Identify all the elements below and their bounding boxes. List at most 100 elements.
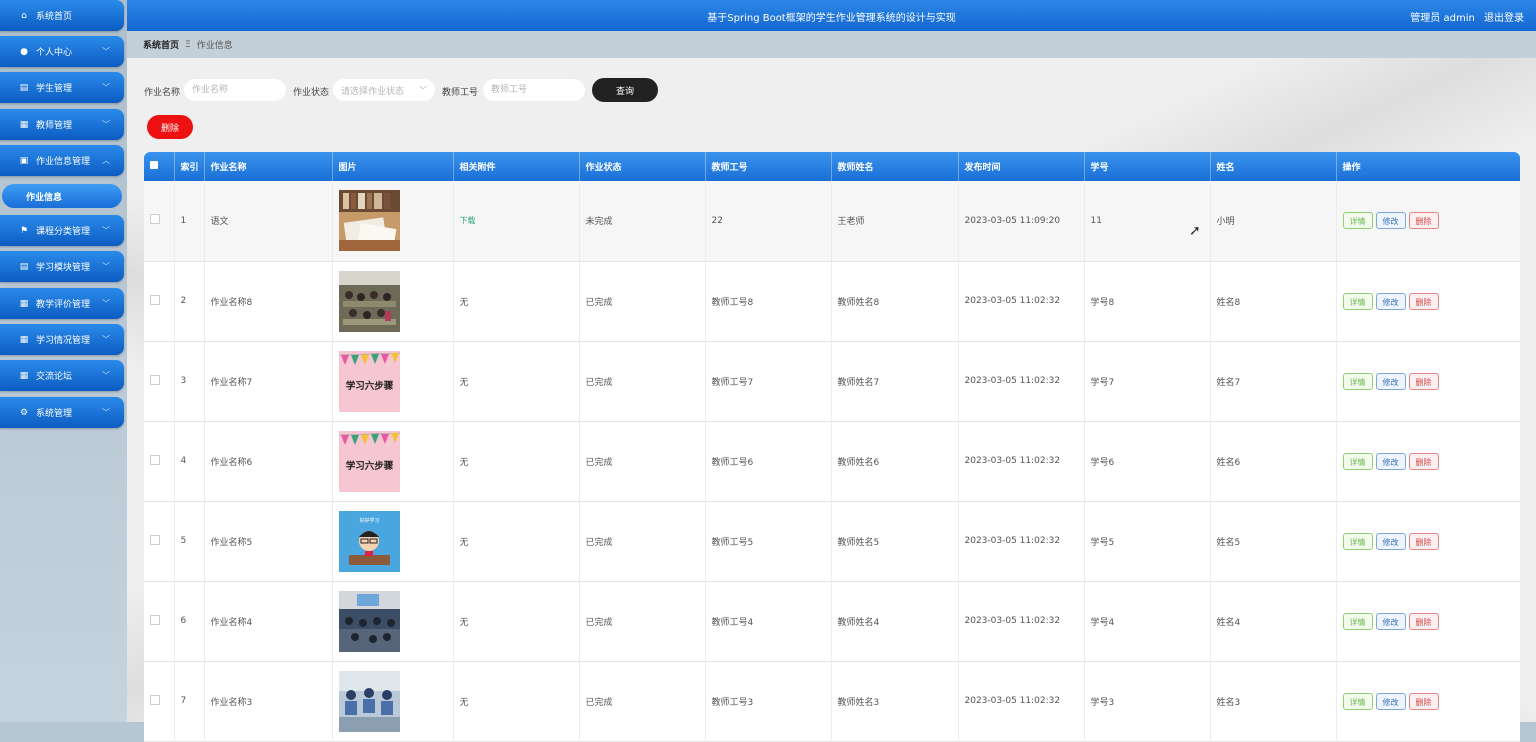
user-area: 管理员 admin 退出登录 [1404,9,1524,24]
breadcrumb-home[interactable]: 系统首页 [143,38,179,51]
sidebar: ⌂ 系统首页 ● 个人中心 ﹀ ▤ 学生管理 ﹀ ▦ 教师管理 ﹀ ▣ 作业信息… [0,0,127,722]
cell-status: 已完成 [579,421,706,501]
table-row: 5 作业名称5 好好学习无 已完成 教师工号5 教师姓名5 2023-03-05 11:02… [144,501,1520,581]
sidebar-item-teachers[interactable]: ▦ 教师管理 ﹀ [0,109,124,140]
cell-student-name: 姓名8 [1210,261,1337,341]
sidebar-item-homework[interactable]: ▣ 作业信息管理 ︿ [0,145,124,176]
row-checkbox[interactable] [144,341,175,421]
cell-name: 作业名称3 [204,661,333,741]
chevron-down-icon: ﹀ [102,262,110,271]
delete-button[interactable]: 删除 [1408,532,1439,550]
select-all-checkbox[interactable] [144,152,175,181]
cell-index: 2 [174,261,205,341]
edit-button[interactable]: 修改 [1375,212,1406,230]
table-row: 6 作业名称4 无 已完成 教师工号4 教师姓名4 2023-03-05 11:02:32 学… [144,581,1520,661]
grid-icon: ▦ [19,298,29,309]
admin-label: 管理员 admin [1410,13,1475,24]
table-row: 3 作业名称7 学习六步骤 无 已完成 教师工号7 教师姓名7 2023-03-05 11:0… [144,341,1520,421]
col-name: 作业名称 [204,152,333,181]
breadcrumb-separator: Ξ [185,39,191,50]
grid-icon: ▦ [19,334,29,345]
sidebar-item-home[interactable]: ⌂ 系统首页 [0,0,124,31]
homework-table: 索引 作业名称 图片 相关附件 作业状态 教师工号 教师姓名 发布时间 学号 姓… [144,152,1520,742]
edit-button[interactable]: 修改 [1375,692,1406,710]
cell-actions: 详情 修改 删除 [1336,181,1520,261]
sidebar-item-course-category[interactable]: ⚑ 课程分类管理 ﹀ [0,215,124,246]
cell-teacher-name: 教师姓名3 [831,661,959,741]
sidebar-item-study-status[interactable]: ▦ 学习情况管理 ﹀ [0,324,124,355]
sidebar-item-label: 教学评价管理 [36,300,91,310]
col-teacher-no: 教师工号 [705,152,832,181]
cell-actions: 详情 修改 删除 [1336,421,1520,501]
detail-button[interactable]: 详情 [1342,612,1373,630]
cell-index: 6 [174,581,205,661]
detail-button[interactable]: 详情 [1342,692,1373,710]
edit-button[interactable]: 修改 [1375,372,1406,390]
grid-icon: ▦ [19,119,29,130]
teacher-no-input[interactable] [483,79,585,101]
attachment-link: 无 [459,457,469,468]
row-checkbox[interactable] [144,181,175,261]
sidebar-subitem-homework-info[interactable]: 作业信息 [2,184,122,208]
sidebar-item-label: 系统首页 [36,12,73,22]
cell-teacher-no: 22 [705,181,832,261]
col-time: 发布时间 [958,152,1085,181]
sidebar-item-evaluation[interactable]: ▦ 教学评价管理 ﹀ [0,288,124,319]
homework-name-input[interactable] [184,79,286,101]
logout-link[interactable]: 退出登录 [1484,13,1524,24]
cell-student-name: 姓名7 [1210,341,1337,421]
cell-teacher-name: 教师姓名6 [831,421,959,501]
row-checkbox[interactable] [144,421,175,501]
sidebar-item-profile[interactable]: ● 个人中心 ﹀ [0,36,124,67]
sidebar-item-forum[interactable]: ▦ 交流论坛 ﹀ [0,360,124,391]
row-checkbox[interactable] [144,581,175,661]
cell-student-no: 学号6 [1084,421,1211,501]
query-button[interactable]: 查询 [592,78,658,102]
attachment-link[interactable]: 下载 [460,216,476,225]
cell-time: 2023-03-05 11:02:32 [958,661,1085,741]
cell-status: 已完成 [579,661,706,741]
delete-button[interactable]: 删除 [1408,612,1439,630]
chevron-down-icon: ﹀ [102,371,110,380]
detail-button[interactable]: 详情 [1342,292,1373,310]
edit-button[interactable]: 修改 [1375,452,1406,470]
delete-button[interactable]: 删除 [1408,372,1439,390]
homework-status-label: 作业状态 [293,88,330,98]
svg-text:好好学习: 好好学习 [359,517,379,524]
detail-button[interactable]: 详情 [1342,212,1373,230]
cell-image [332,261,454,341]
edit-button[interactable]: 修改 [1375,612,1406,630]
attachment-link: 无 [459,537,469,548]
teacher-no-label: 教师工号 [442,88,479,98]
attachment-link: 无 [459,617,469,628]
homework-status-select[interactable]: 请选择作业状态 ﹀ [333,79,435,101]
sidebar-item-students[interactable]: ▤ 学生管理 ﹀ [0,72,124,103]
cell-student-no: 学号4 [1084,581,1211,661]
detail-button[interactable]: 详情 [1342,372,1373,390]
cell-teacher-no: 教师工号7 [705,341,832,421]
delete-button[interactable]: 删除 [1408,292,1439,310]
delete-button[interactable]: 删除 [1408,212,1439,230]
row-checkbox[interactable] [144,661,175,741]
cell-image: 学习六步骤 [332,421,454,501]
sidebar-item-label: 个人中心 [36,48,73,58]
clipboard-icon: ▤ [19,261,29,272]
cell-attachment[interactable]: 下载 [453,181,580,261]
row-checkbox[interactable] [144,501,175,581]
cell-student-name: 姓名4 [1210,581,1337,661]
cell-student-name: 姓名5 [1210,501,1337,581]
cell-student-no: 学号5 [1084,501,1211,581]
row-checkbox[interactable] [144,261,175,341]
edit-button[interactable]: 修改 [1375,292,1406,310]
detail-button[interactable]: 详情 [1342,532,1373,550]
edit-button[interactable]: 修改 [1375,532,1406,550]
sidebar-item-study-module[interactable]: ▤ 学习模块管理 ﹀ [0,251,124,282]
sidebar-item-system[interactable]: ⚙ 系统管理 ﹀ [0,397,124,428]
delete-button[interactable]: 删除 [1408,452,1439,470]
detail-button[interactable]: 详情 [1342,452,1373,470]
cell-time: 2023-03-05 11:02:32 [958,341,1085,421]
batch-delete-button[interactable]: 删除 [147,115,193,139]
cell-time: 2023-03-05 11:02:32 [958,421,1085,501]
delete-button[interactable]: 删除 [1408,692,1439,710]
cell-attachment: 无 [453,501,580,581]
